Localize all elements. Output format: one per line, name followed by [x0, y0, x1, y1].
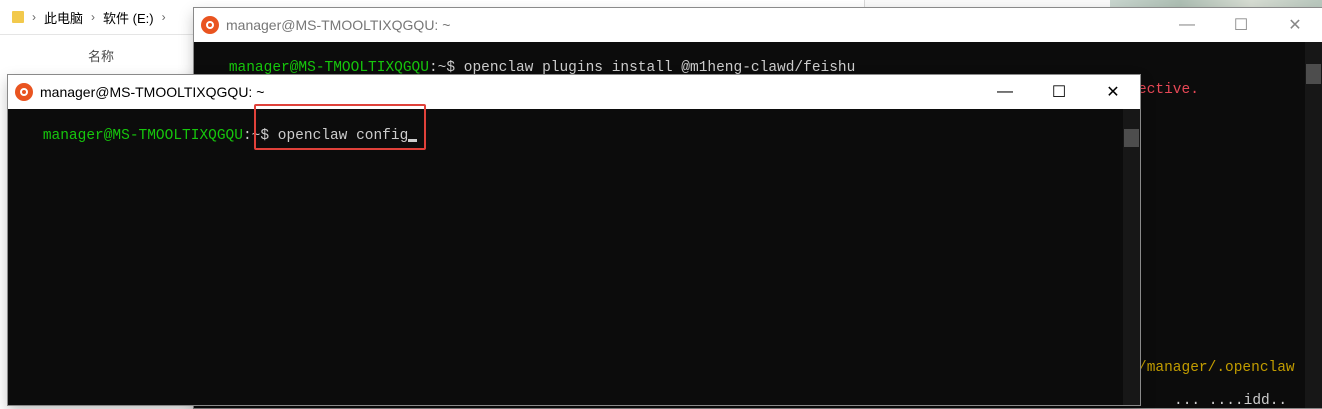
titlebar[interactable]: manager@MS-TMOOLTIXQGQU: ~ — ☐ ✕: [194, 8, 1322, 42]
folder-icon: [12, 11, 24, 23]
ubuntu-icon: [201, 16, 219, 34]
titlebar[interactable]: manager@MS-TMOOLTIXQGQU: ~ — ☐ ✕: [8, 75, 1140, 109]
output-text: /manager/.openclaw: [1138, 360, 1295, 376]
column-header-name[interactable]: 名称: [88, 46, 114, 65]
highlight-box: [254, 104, 426, 150]
chevron-right-icon: ›: [32, 10, 36, 24]
minimize-button[interactable]: —: [1160, 8, 1214, 42]
close-button[interactable]: ✕: [1268, 8, 1322, 42]
ubuntu-icon: [15, 83, 33, 101]
close-button[interactable]: ✕: [1086, 75, 1140, 109]
maximize-button[interactable]: ☐: [1214, 8, 1268, 42]
output-text: ... ....idd..: [1174, 393, 1288, 409]
breadcrumb-drive-e[interactable]: 软件 (E:): [103, 8, 154, 27]
chevron-right-icon: ›: [161, 10, 166, 24]
scrollbar-thumb[interactable]: [1124, 129, 1139, 147]
scrollbar-thumb[interactable]: [1306, 64, 1321, 84]
window-title: manager@MS-TMOOLTIXQGQU: ~: [226, 17, 451, 33]
chevron-right-icon: ›: [91, 10, 96, 24]
prompt-path: :~: [428, 60, 447, 76]
maximize-button[interactable]: ☐: [1032, 75, 1086, 109]
window-title: manager@MS-TMOOLTIXQGQU: ~: [40, 84, 265, 100]
explorer-address-bar[interactable]: › 此电脑 › 软件 (E:) ›: [0, 0, 200, 35]
scrollbar[interactable]: [1123, 109, 1140, 405]
front-terminal-window[interactable]: manager@MS-TMOOLTIXQGQU: ~ — ☐ ✕ manager…: [8, 75, 1140, 405]
output-text: ective.: [1138, 82, 1199, 98]
desktop-wallpaper: [1110, 0, 1322, 8]
command-text: openclaw plugins install @m1heng-clawd/f…: [463, 60, 856, 76]
scrollbar[interactable]: [1305, 42, 1322, 408]
minimize-button[interactable]: —: [978, 75, 1032, 109]
prompt-user: manager@MS-TMOOLTIXQGQU: [42, 128, 243, 144]
breadcrumb-this-pc[interactable]: 此电脑: [44, 8, 83, 27]
prompt-user: manager@MS-TMOOLTIXQGQU: [228, 60, 429, 76]
prompt-dollar: $: [446, 60, 456, 76]
